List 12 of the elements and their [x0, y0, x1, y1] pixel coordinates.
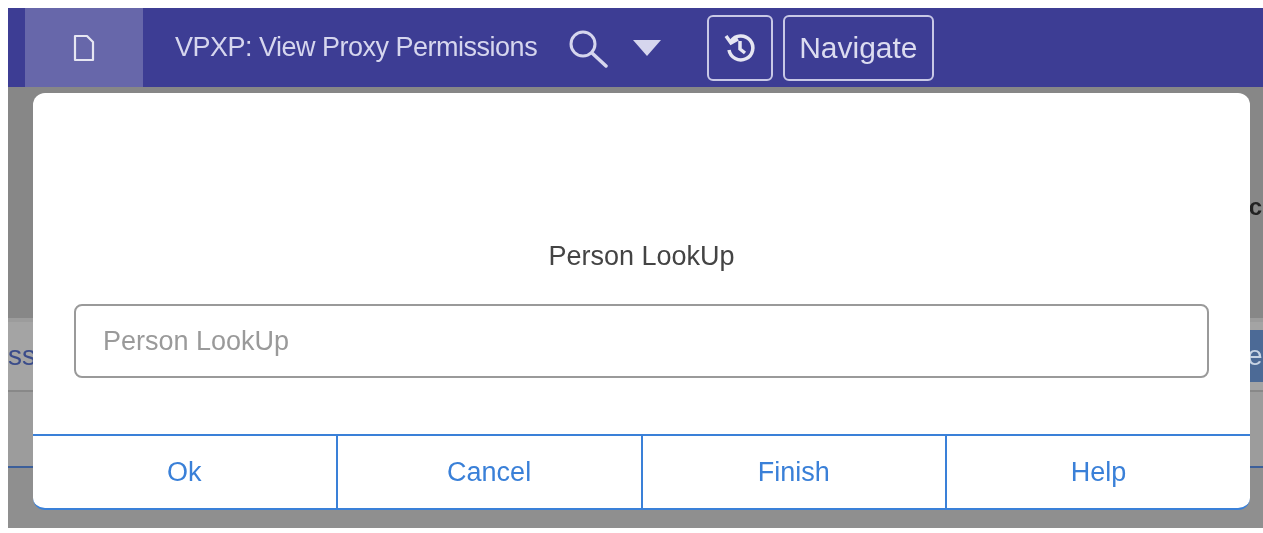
dialog-button[interactable]: Cancel	[335, 436, 641, 508]
person-lookup-field[interactable]: Person LookUp	[74, 304, 1209, 378]
dialog-title: Person LookUp	[548, 239, 735, 273]
history-button[interactable]	[707, 14, 774, 81]
page-title: VPXP: View Proxy Permissions	[175, 31, 538, 65]
dialog-button[interactable]: Help	[945, 436, 1250, 508]
dialog-button[interactable]: Ok	[33, 436, 336, 508]
document-icon	[73, 33, 95, 62]
heading-text: c	[1248, 191, 1262, 222]
dialog-button[interactable]: Finish	[640, 436, 946, 508]
navigate-button[interactable]: Navigate	[783, 14, 934, 81]
caret-icon[interactable]	[633, 39, 662, 56]
